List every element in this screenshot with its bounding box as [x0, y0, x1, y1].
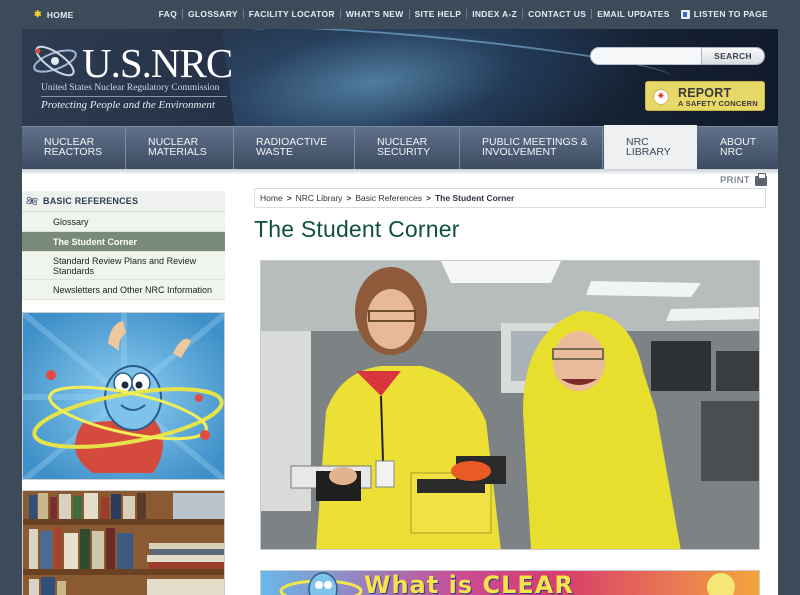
speaker-icon	[680, 9, 690, 19]
tab-label-line2: REACTORS	[44, 146, 103, 158]
site-logo[interactable]: U.S.NRC	[82, 39, 233, 87]
sidebar-item-newsletters[interactable]: Newsletters and Other NRC Information	[22, 280, 225, 300]
banner-text: What is CLEAR	[364, 571, 574, 595]
printer-icon	[755, 172, 767, 186]
tab-label-line2: SECURITY	[377, 146, 431, 158]
utility-link-glossary[interactable]: GLOSSARY	[183, 9, 244, 19]
breadcrumb-current: The Student Corner	[434, 193, 515, 203]
star-icon: ✱	[34, 9, 42, 19]
nav-shadow	[22, 169, 778, 175]
utility-link-site-help[interactable]: SITE HELP	[410, 9, 468, 19]
students-in-protective-suits-photo	[260, 260, 760, 550]
tab-label-line2: NRC	[720, 146, 743, 158]
listen-to-page-button[interactable]: LISTEN TO PAGE	[680, 9, 768, 19]
tab-about-nrc[interactable]: ABOUT NRC	[698, 127, 778, 170]
sidebar-heading-label: BASIC REFERENCES	[43, 196, 139, 206]
tab-label-line2: MATERIALS	[148, 146, 207, 158]
print-button[interactable]: PRINT	[720, 172, 767, 186]
breadcrumb-link-nrc-library[interactable]: NRC Library	[296, 193, 343, 203]
breadcrumb: Home > NRC Library > Basic References > …	[254, 188, 766, 208]
breadcrumb-separator: >	[346, 193, 352, 203]
tab-nuclear-security[interactable]: NUCLEAR SECURITY	[355, 127, 460, 170]
breadcrumb-separator: >	[286, 193, 292, 203]
nuclear-banner[interactable]: What is CLEAR	[260, 570, 760, 595]
utility-link-facility-locator[interactable]: FACILITY LOCATOR	[244, 9, 341, 19]
logo-divider	[41, 96, 227, 97]
breadcrumb-link-basic-references[interactable]: Basic References	[355, 193, 422, 203]
atom-logo-icon[interactable]	[30, 41, 80, 81]
utility-link-contact[interactable]: CONTACT US	[523, 9, 593, 19]
report-safety-concern-button[interactable]: ✷ REPORT A SAFETY CONCERN	[645, 81, 765, 111]
promo-cartoon-atom[interactable]	[22, 312, 225, 480]
tagline: Protecting People and the Environment	[41, 99, 215, 111]
home-link-label: HOME	[46, 9, 74, 20]
tab-nrc-library[interactable]: NRC LIBRARY	[604, 125, 697, 170]
utility-bar: ✱ HOME FAQ GLOSSARY FACILITY LOCATOR WHA…	[0, 0, 800, 28]
breadcrumb-separator: >	[426, 193, 431, 203]
report-label: REPORT	[678, 86, 732, 100]
sidebar-item-standard-review-plans[interactable]: Standard Review Plans and Review Standar…	[22, 252, 225, 280]
promo-library-books[interactable]	[22, 490, 225, 595]
breadcrumb-link-home[interactable]: Home	[260, 193, 283, 203]
tab-radioactive-waste[interactable]: RADIOACTIVE WASTE	[234, 127, 355, 170]
atom-character-illustration	[23, 313, 224, 479]
tab-label-line2: LIBRARY	[626, 146, 671, 158]
alert-icon: ✷	[653, 89, 669, 105]
utility-link-whats-new[interactable]: WHAT'S NEW	[341, 9, 410, 19]
agency-name: United States Nuclear Regulatory Commiss…	[41, 83, 220, 93]
report-sublabel: A SAFETY CONCERN	[678, 99, 758, 108]
print-label: PRINT	[720, 175, 750, 186]
bookshelf-illustration	[23, 491, 224, 595]
utility-links: FAQ GLOSSARY FACILITY LOCATOR WHAT'S NEW…	[154, 9, 768, 19]
sidebar-item-glossary[interactable]: Glossary	[22, 212, 225, 232]
page-frame: U.S.NRC United States Nuclear Regulatory…	[22, 29, 778, 595]
main-nav: NUCLEAR REACTORS NUCLEAR MATERIALS RADIO…	[22, 125, 778, 170]
utility-link-faq[interactable]: FAQ	[154, 9, 183, 19]
utility-link-index[interactable]: INDEX A-Z	[467, 9, 524, 19]
sidebar-heading: BASIC REFERENCES	[22, 191, 225, 212]
utility-link-email-updates[interactable]: EMAIL UPDATES	[592, 9, 675, 19]
tab-label-line2: WASTE	[256, 146, 293, 158]
photo-illustration	[261, 261, 759, 549]
page-title: The Student Corner	[254, 216, 460, 242]
search-input[interactable]	[590, 47, 702, 65]
tab-label-line2: INVOLVEMENT	[482, 146, 557, 158]
atom-icon	[26, 196, 38, 206]
listen-label: LISTEN TO PAGE	[693, 9, 768, 19]
tab-nuclear-reactors[interactable]: NUCLEAR REACTORS	[22, 127, 126, 170]
tab-nuclear-materials[interactable]: NUCLEAR MATERIALS	[126, 127, 234, 170]
search-button[interactable]: SEARCH	[701, 47, 765, 65]
home-link[interactable]: ✱ HOME	[34, 9, 74, 20]
site-header: U.S.NRC United States Nuclear Regulatory…	[22, 29, 778, 126]
tab-public-meetings[interactable]: PUBLIC MEETINGS & INVOLVEMENT	[460, 127, 603, 170]
sidebar-item-student-corner[interactable]: The Student Corner	[22, 232, 225, 252]
